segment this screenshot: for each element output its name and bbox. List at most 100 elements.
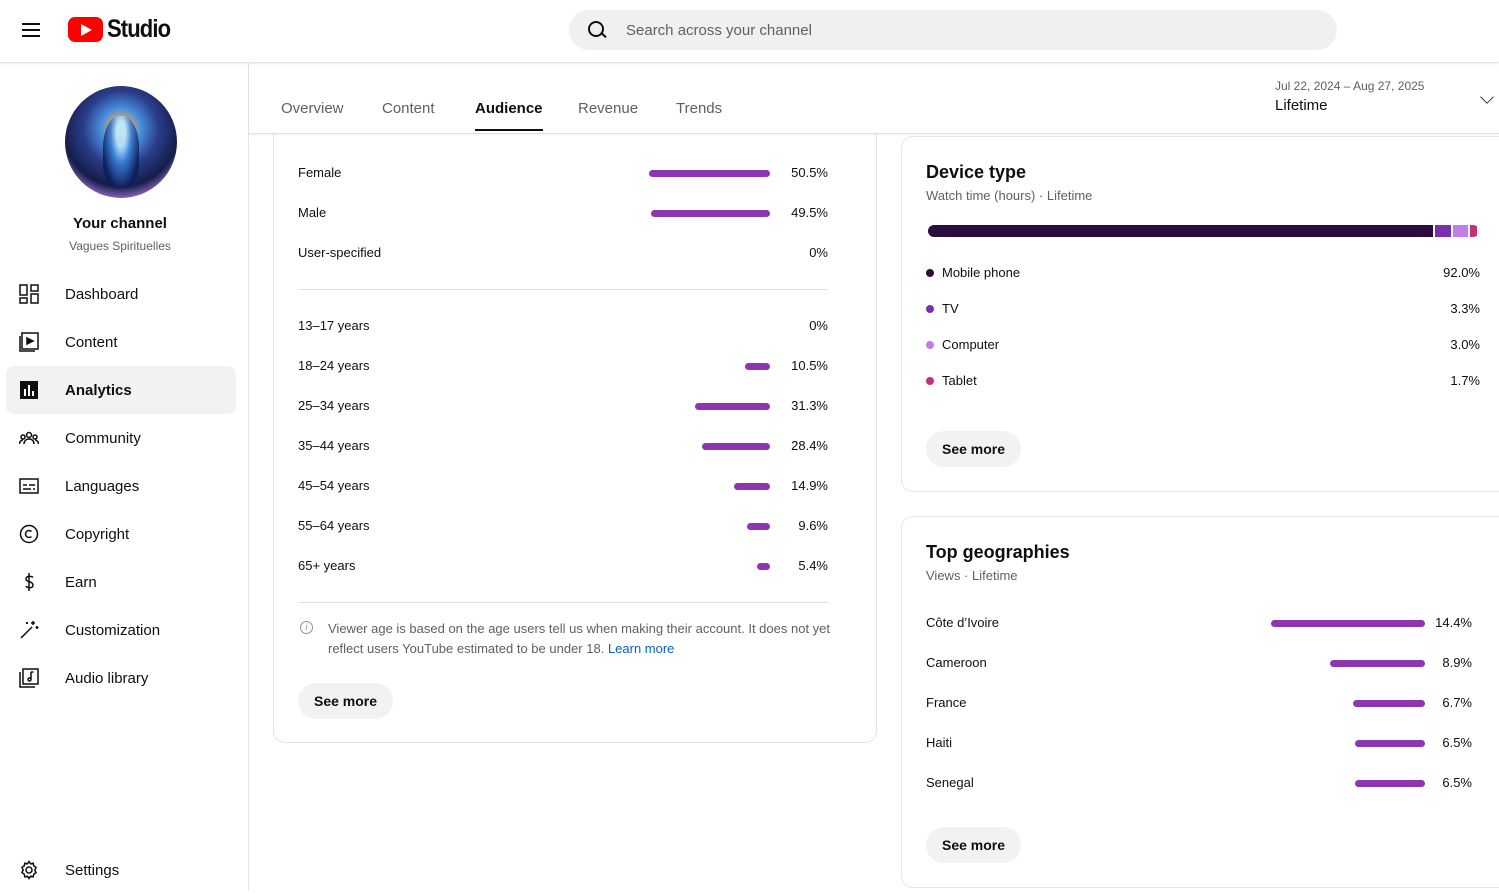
demographics-card: Female 50.5% Male 49.5% User-specified 0… [273, 100, 877, 743]
age-value: 10.5% [791, 358, 828, 373]
search-bar[interactable] [569, 10, 1337, 50]
card-title: Top geographies [926, 542, 1070, 562]
search-input[interactable] [626, 21, 1306, 39]
geo-bar [1353, 700, 1425, 707]
device-segment-computer [1453, 225, 1470, 237]
sidebar-item-label: Content [65, 333, 118, 351]
sidebar-item-audio-library[interactable]: Audio library [6, 654, 236, 702]
geo-row: Côte d’Ivoire 14.4% [926, 613, 1472, 633]
geographies-see-more-button[interactable]: See more [926, 827, 1022, 863]
sidebar-item-dashboard[interactable]: Dashboard [6, 270, 236, 318]
sidebar-item-customization[interactable]: Customization [6, 606, 236, 654]
geo-value: 14.4% [1435, 615, 1472, 630]
sidebar-nav: Dashboard Content Analytics Community La… [6, 270, 236, 702]
geo-label: Côte d’Ivoire [926, 615, 999, 630]
age-label: 13–17 years [298, 318, 370, 333]
learn-more-link[interactable]: Learn more [608, 641, 674, 656]
device-label: Mobile phone [942, 265, 1021, 280]
sidebar-item-earn[interactable]: Earn [6, 558, 236, 606]
age-row: 25–34 years 31.3% [298, 396, 828, 416]
age-value: 28.4% [791, 438, 828, 453]
sidebar-item-label: Analytics [65, 381, 132, 399]
menu-icon[interactable] [20, 19, 42, 41]
date-range-label[interactable]: Jul 22, 2024 – Aug 27, 2025 [1275, 79, 1424, 93]
gender-value: 50.5% [791, 165, 828, 180]
gender-row: Female 50.5% [298, 163, 828, 183]
tab-overview[interactable]: Overview [281, 100, 344, 117]
chevron-down-icon[interactable] [1480, 90, 1494, 104]
geo-row: Haiti 6.5% [926, 733, 1472, 753]
age-value: 31.3% [791, 398, 828, 413]
gender-bar [649, 170, 770, 177]
demographics-see-more-button[interactable]: See more [298, 683, 394, 719]
device-label: Computer [942, 337, 1000, 352]
tab-audience[interactable]: Audience [475, 100, 543, 131]
customization-icon [20, 621, 39, 639]
channel-avatar[interactable] [65, 86, 177, 198]
sidebar-item-label: Languages [65, 477, 140, 495]
divider [298, 602, 828, 603]
age-bar [695, 403, 770, 410]
sidebar-item-copyright[interactable]: Copyright [6, 510, 236, 558]
geo-row: France 6.7% [926, 693, 1472, 713]
age-row: 55–64 years 9.6% [298, 516, 828, 536]
age-value: 0% [809, 318, 828, 333]
age-note-text: Viewer age is based on the age users tel… [328, 621, 831, 656]
audio-library-icon [19, 668, 39, 688]
age-label: 25–34 years [298, 398, 370, 413]
device-label: Tablet [942, 373, 977, 388]
device-row: TV 3.3% [926, 299, 1480, 319]
device-value: 92.0% [1443, 265, 1480, 280]
analytics-tabs: Overview Content Audience Revenue Trends… [249, 63, 1499, 134]
copyright-icon [19, 524, 39, 544]
device-label: TV [942, 301, 959, 316]
geo-label: Cameroon [926, 655, 987, 670]
device-stacked-bar [928, 225, 1479, 237]
age-bar [757, 563, 770, 570]
channel-title: Your channel [73, 215, 167, 232]
gear-icon [20, 860, 38, 880]
age-row: 13–17 years 0% [298, 316, 828, 336]
studio-logo[interactable]: Studio [68, 15, 179, 44]
device-segment-tablet [1469, 225, 1479, 237]
sidebar-item-label: Settings [65, 861, 120, 879]
sidebar-item-content[interactable]: Content [6, 318, 236, 366]
device-type-card: Device type Watch time (hours) · Lifetim… [901, 136, 1499, 492]
gender-label: Male [298, 205, 327, 220]
sidebar-item-settings[interactable]: Settings [6, 846, 236, 894]
earn-icon [25, 573, 34, 591]
age-note: i Viewer age is based on the age users t… [298, 619, 838, 659]
geo-value: 6.5% [1442, 735, 1472, 750]
geo-label: Haiti [926, 735, 953, 750]
geo-row: Cameroon 8.9% [926, 653, 1472, 673]
age-label: 45–54 years [298, 478, 370, 493]
analytics-icon [20, 381, 38, 399]
sidebar-item-label: Earn [65, 573, 97, 591]
top-header: Studio [0, 0, 1499, 63]
geo-bar [1271, 620, 1425, 627]
age-value: 14.9% [791, 478, 828, 493]
sidebar-item-community[interactable]: Community [6, 414, 236, 462]
geo-bar [1355, 780, 1425, 787]
device-segment-tv [1434, 225, 1454, 237]
age-bar [745, 363, 770, 370]
sidebar-item-languages[interactable]: Languages [6, 462, 236, 510]
top-geographies-card: Top geographies Views · Lifetime Côte d’… [901, 516, 1499, 888]
card-subtitle: Views · Lifetime [926, 568, 1018, 583]
tab-trends[interactable]: Trends [676, 100, 722, 117]
date-period[interactable]: Lifetime [1275, 97, 1328, 114]
sidebar-item-label: Community [65, 429, 141, 447]
age-label: 18–24 years [298, 358, 370, 373]
device-row: Mobile phone 92.0% [926, 263, 1480, 283]
sidebar-item-label: Dashboard [65, 285, 139, 303]
tab-content[interactable]: Content [382, 100, 435, 117]
age-row: 45–54 years 14.9% [298, 476, 828, 496]
device-see-more-button[interactable]: See more [926, 431, 1022, 467]
languages-icon [19, 478, 39, 494]
age-bar [702, 443, 770, 450]
tab-revenue[interactable]: Revenue [578, 100, 638, 117]
search-icon[interactable] [587, 20, 607, 40]
sidebar-item-label: Customization [65, 621, 161, 639]
device-row: Tablet 1.7% [926, 371, 1480, 391]
sidebar-item-analytics[interactable]: Analytics [6, 366, 236, 414]
